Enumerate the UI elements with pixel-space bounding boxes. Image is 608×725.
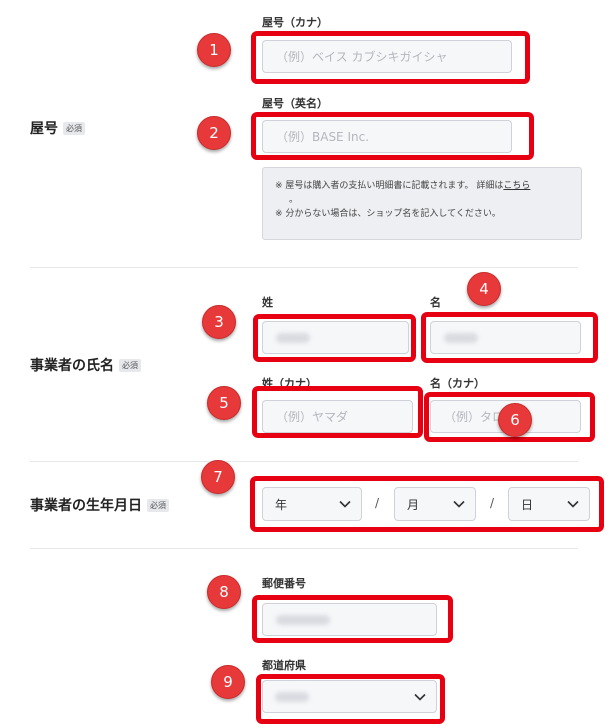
shop-name-english-placeholder: （例）BASE Inc.: [276, 130, 370, 144]
last-name-kana-placeholder: （例）ヤマダ: [276, 410, 349, 424]
shop-name-kana-placeholder: （例）ベイス カブシキガイシャ: [276, 50, 448, 64]
last-name-input[interactable]: [262, 321, 409, 354]
marker-4: 4: [467, 272, 501, 306]
first-name-input[interactable]: [430, 321, 581, 354]
chevron-down-icon: [413, 690, 427, 704]
first-name-label: 名: [430, 296, 441, 309]
shop-name-english-label: 屋号（英名）: [262, 97, 328, 110]
marker-1: 1: [197, 33, 231, 67]
required-badge: 必須: [119, 358, 141, 372]
birth-year-value: 年: [275, 497, 288, 512]
postal-code-input[interactable]: [262, 603, 437, 636]
marker-5: 5: [207, 386, 241, 420]
birth-month-select[interactable]: 月: [394, 487, 476, 521]
first-name-value-blurred: [444, 332, 478, 343]
marker-8: 8: [207, 575, 241, 609]
birth-day-select[interactable]: 日: [508, 487, 590, 521]
chevron-down-icon: [338, 497, 352, 511]
birthdate-label-text: 事業者の生年月日: [30, 498, 142, 514]
prefecture-label: 都道府県: [262, 659, 306, 672]
last-name-kana-label: 姓（カナ）: [262, 377, 317, 390]
details-link[interactable]: こちら: [503, 181, 530, 191]
prefecture-select[interactable]: [262, 680, 437, 713]
shop-name-row-label: 屋号 必須: [30, 118, 85, 138]
shop-name-notice: ※ 屋号は購入者の支払い明細書に記載されます。 詳細はこちら 。 ※ 分からない…: [262, 167, 582, 240]
section-divider: [30, 267, 578, 268]
birth-month-value: 月: [407, 497, 420, 512]
postal-code-value-blurred: [276, 614, 330, 625]
section-divider: [30, 461, 578, 462]
notice-line-1-text: ※ 屋号は購入者の支払い明細書に記載されます。 詳細は: [275, 181, 504, 191]
owner-name-label-text: 事業者の氏名: [30, 358, 114, 374]
first-name-kana-label: 名（カナ）: [430, 377, 485, 390]
shop-name-kana-input[interactable]: （例）ベイス カブシキガイシャ: [262, 40, 512, 73]
first-name-kana-placeholder: （例）タロ: [444, 410, 505, 424]
date-separator: /: [375, 496, 380, 510]
marker-7: 7: [201, 460, 235, 494]
owner-name-row-label: 事業者の氏名 必須: [30, 355, 141, 375]
birth-year-select[interactable]: 年: [262, 487, 362, 521]
section-divider: [30, 548, 578, 549]
date-separator: /: [490, 496, 495, 510]
marker-3: 3: [202, 305, 236, 339]
marker-9: 9: [211, 665, 245, 699]
shop-name-label-text: 屋号: [30, 121, 58, 137]
shop-name-kana-label: 屋号（カナ）: [262, 16, 328, 29]
shop-name-english-input[interactable]: （例）BASE Inc.: [262, 120, 512, 153]
required-badge: 必須: [63, 121, 85, 135]
birthdate-row-label: 事業者の生年月日 必須: [30, 495, 169, 515]
last-name-value-blurred: [276, 332, 310, 343]
postal-code-label: 郵便番号: [262, 577, 306, 590]
chevron-down-icon: [566, 497, 580, 511]
last-name-label: 姓: [262, 296, 273, 309]
marker-2: 2: [197, 116, 231, 150]
marker-6: 6: [498, 403, 532, 437]
last-name-kana-input[interactable]: （例）ヤマダ: [262, 400, 413, 433]
birth-day-value: 日: [521, 497, 534, 512]
chevron-down-icon: [452, 497, 466, 511]
notice-line-1: ※ 屋号は購入者の支払い明細書に記載されます。 詳細はこちら: [275, 179, 581, 193]
prefecture-value-blurred: [275, 691, 309, 702]
notice-line-2: ※ 分からない場合は、ショップ名を記入してください。: [275, 209, 501, 219]
notice-line-1-end: 。: [289, 195, 299, 205]
required-badge: 必須: [147, 498, 169, 512]
